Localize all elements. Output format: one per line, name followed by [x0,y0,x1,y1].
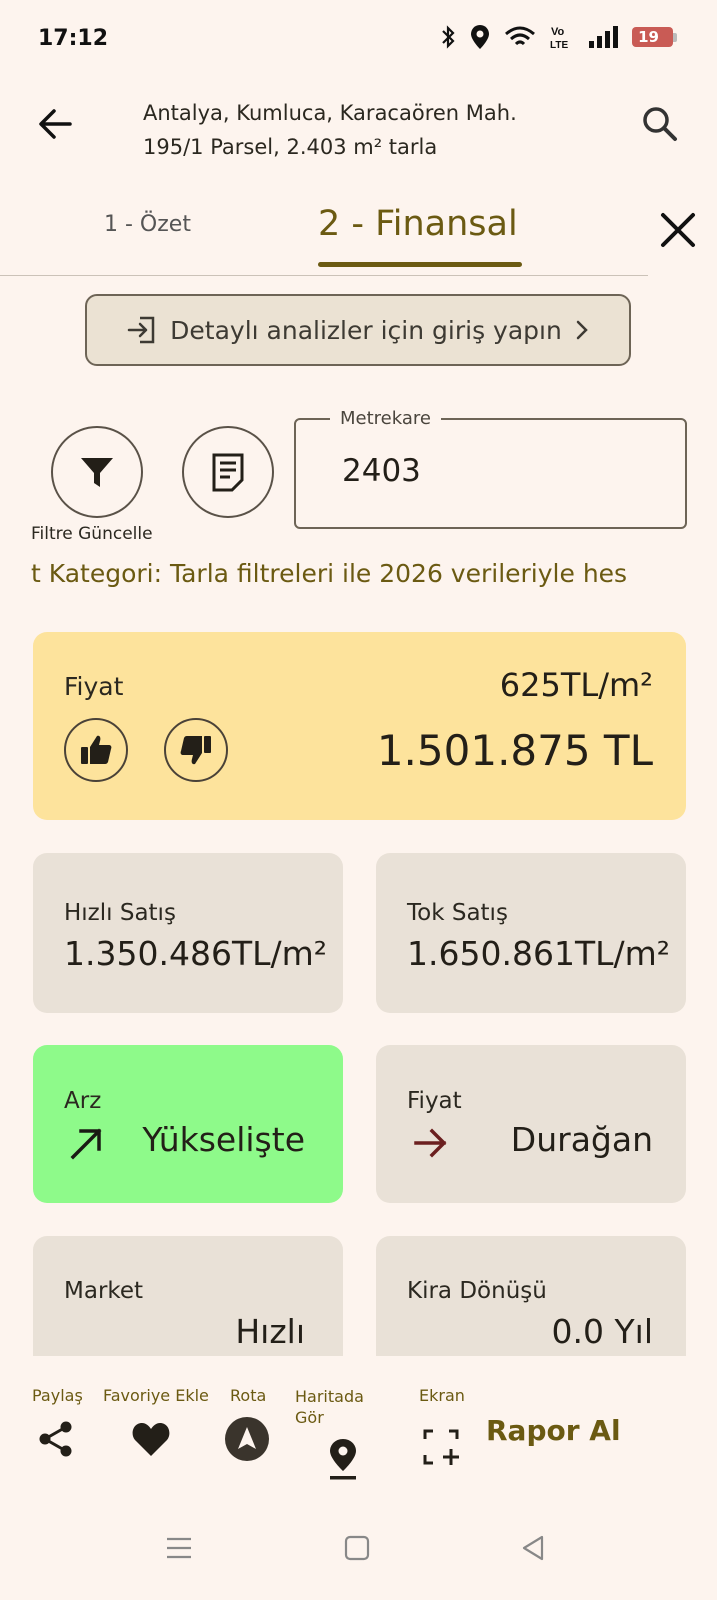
map-label: Haritada Gör [295,1386,364,1428]
document-icon [212,453,244,492]
arz-value: Yükselişte [142,1120,305,1159]
fiyat-trend-value: Durağan [510,1120,653,1159]
market-value: Hızlı [235,1312,305,1351]
metrekare-input[interactable]: 2403 [342,453,421,489]
search-button[interactable] [640,104,680,144]
tab-divider [0,275,648,276]
price-per-m2: 625TL/m² [499,666,653,704]
menu-lines-icon [167,1537,191,1559]
route-button[interactable] [224,1416,270,1462]
category-marquee: t Kategori: Tarla filtreleri ile 2026 ve… [0,559,687,588]
price-label: Fiyat [64,672,124,701]
metrekare-label: Metrekare [330,408,441,429]
hizli-satis-label: Hızlı Satış [64,900,176,926]
trend-up-icon [70,1128,102,1160]
status-icons: Vo LTE 19 [440,24,677,50]
page-title: Antalya, Kumluca, Karacaören Mah. 195/1 … [143,96,603,164]
search-icon [643,107,677,141]
report-doc-button[interactable] [182,426,274,518]
status-time: 17:12 [38,26,109,51]
close-button[interactable] [658,210,698,250]
system-back-button[interactable] [518,1533,548,1563]
active-tab-indicator [318,262,522,267]
filter-button[interactable] [51,426,143,518]
login-for-analysis-button[interactable]: Detaylı analizler için giriş yapın [85,294,631,366]
tok-satis-card [376,853,686,1013]
arz-label: Arz [64,1088,102,1114]
arrow-left-icon [39,109,72,139]
wifi-icon [505,26,536,46]
map-label-line1: Haritada [295,1387,364,1406]
map-button[interactable] [320,1436,366,1482]
tok-satis-value: 1.650.861TL/m² [407,934,670,973]
svg-text:Vo: Vo [551,26,565,38]
map-pin-icon [330,1439,356,1480]
fiyat-trend-label: Fiyat [407,1088,462,1114]
title-line-2: 195/1 Parsel, 2.403 m² tarla [143,135,438,159]
kira-label: Kira Dönüşü [407,1278,547,1304]
screenshot-button[interactable] [418,1424,464,1470]
back-button[interactable] [36,104,76,144]
heart-icon [132,1423,170,1456]
triangle-back-icon [522,1535,544,1561]
tok-satis-label: Tok Satış [407,900,508,926]
screen-label: Ekran [419,1386,465,1405]
location-icon [471,25,490,49]
filter-update-label: Filtre Güncelle [31,524,153,544]
favorite-button[interactable] [128,1416,174,1462]
bluetooth-icon [442,25,455,49]
hizli-satis-value: 1.350.486TL/m² [64,934,327,973]
chevron-right-icon [576,320,588,340]
thumbs-up-button[interactable] [64,718,128,782]
kira-value: 0.0 Yıl [551,1312,653,1351]
home-button[interactable] [342,1533,372,1563]
recent-apps-button[interactable] [164,1533,194,1563]
login-banner-label: Detaylı analizler için giriş yapın [170,315,562,345]
thumbs-down-button[interactable] [164,718,228,782]
share-button[interactable] [33,1416,79,1462]
home-square-icon [344,1535,370,1561]
price-total: 1.501.875 TL [376,726,653,775]
battery-indicator: 19 [632,27,677,47]
favorite-label: Favoriye Ekle [103,1386,209,1405]
signal-icon [589,26,619,48]
report-button[interactable]: Rapor Al [486,1414,621,1447]
share-label: Paylaş [32,1386,83,1405]
screenshot-add-icon [423,1429,459,1465]
svg-text:LTE: LTE [550,40,568,50]
close-icon [661,213,695,247]
tab-finansal[interactable]: 2 - Finansal [318,204,518,244]
volte-icon: Vo LTE [550,26,568,50]
market-label: Market [64,1278,144,1304]
marquee-text: t Kategori: Tarla filtreleri ile 2026 ve… [31,559,628,588]
thumbs-up-icon [81,735,112,764]
share-icon [39,1421,72,1457]
route-label: Rota [230,1386,267,1405]
arrow-right-icon [414,1128,447,1158]
title-line-1: Antalya, Kumluca, Karacaören Mah. [143,101,517,125]
tab-ozet[interactable]: 1 - Özet [104,212,191,237]
thumbs-down-icon [180,736,211,765]
filter-icon [81,458,113,487]
navigation-icon [225,1417,269,1461]
login-icon [127,316,155,344]
hizli-satis-card [33,853,343,1013]
map-label-line2: Gör [295,1408,324,1427]
